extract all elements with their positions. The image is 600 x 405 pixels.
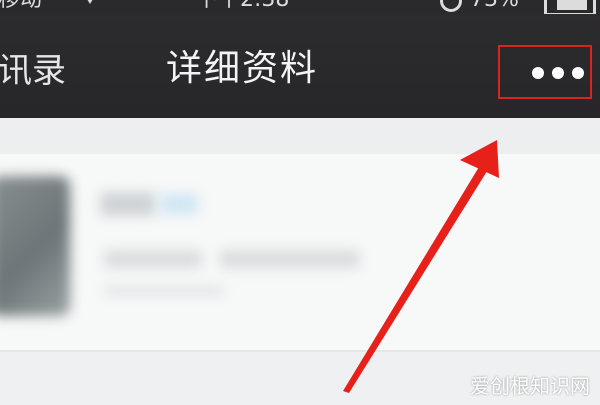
watermark: 爱创根知识网 [470, 374, 590, 398]
annotation-arrow [343, 140, 499, 393]
arrow-shaft [343, 162, 489, 393]
